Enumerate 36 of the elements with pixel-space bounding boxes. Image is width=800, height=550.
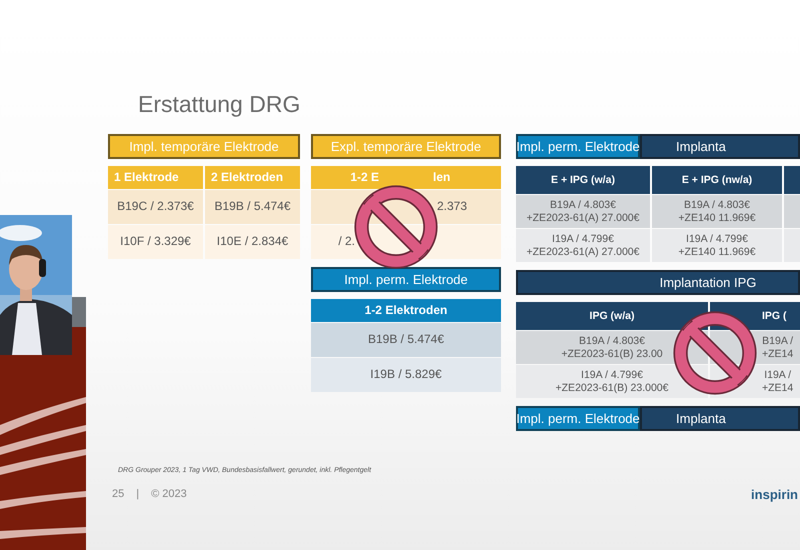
section-header: Expl. temporäre Elektrode xyxy=(311,134,501,159)
column-header: E + IPG (w/a) xyxy=(516,166,650,194)
column-header: E + IPG (nw/a) xyxy=(652,166,782,194)
cell-text: 1-2 E xyxy=(350,170,379,184)
column-header: 2 Elektroden xyxy=(205,166,300,189)
page-number: 25 xyxy=(112,487,124,502)
table-cell xyxy=(784,229,800,262)
column-header: 1 Elektrode xyxy=(108,166,203,189)
column-header: IPG (w/a) xyxy=(516,302,708,330)
logo-text: inspirin xyxy=(751,486,799,504)
section-header: Impl. perm. Elektrode xyxy=(311,267,501,292)
table-cell xyxy=(784,195,800,228)
cell-text: len xyxy=(433,170,450,184)
table-cell: I10E / 2.834€ xyxy=(205,225,300,259)
table-cell: B19B / 5.474€ xyxy=(205,190,300,224)
table-cell: I19A / 4.799€ +ZE2023-61(A) 27.000€ xyxy=(516,229,650,262)
table-cell: B19A / 4.803€ +ZE2023-61(A) 27.000€ xyxy=(516,195,650,228)
section-header: Implantation IPG xyxy=(516,270,800,295)
separator: | xyxy=(136,487,140,502)
cell-text: / 2. xyxy=(338,235,355,249)
table-cell: B19C / 2.373€ xyxy=(108,190,203,224)
table-cell: I19A / 4.799€ +ZE140 11.969€ xyxy=(652,229,782,262)
section-header: Impl. perm. Elektrode xyxy=(516,134,640,159)
section-header: Impl. perm. Elektrode xyxy=(516,406,640,431)
section-header: Implanta xyxy=(640,134,800,159)
table-cell: I19A / 4.799€ +ZE2023-61(B) 23.000€ xyxy=(516,365,708,398)
cell-text: 2.373 xyxy=(437,200,468,214)
copyright: © 2023 xyxy=(151,487,187,502)
table-cell: I19B / 5.829€ xyxy=(311,358,501,392)
column-header: 1-2 Elektroden xyxy=(311,299,501,322)
table-cell: I10F / 3.329€ xyxy=(108,225,203,259)
table-cell: B19B / 5.474€ xyxy=(311,323,501,357)
section-header: Implanta xyxy=(640,406,800,431)
slide-title: Erstattung DRG xyxy=(138,90,302,119)
section-header: Impl. temporäre Elektrode xyxy=(108,134,300,159)
table-cell: B19A / 4.803€ +ZE140 11.969€ xyxy=(652,195,782,228)
